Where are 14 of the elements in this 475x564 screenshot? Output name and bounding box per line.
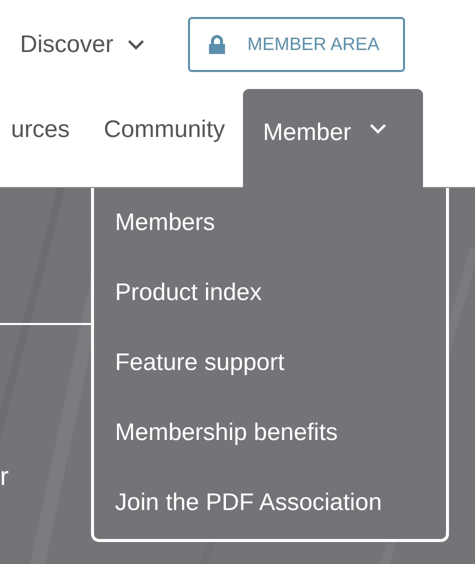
chevron-down-icon — [127, 38, 146, 50]
menu-item[interactable]: Feature support — [94, 328, 446, 398]
chevron-down-icon — [369, 123, 388, 135]
menu-item[interactable]: Members — [94, 188, 446, 258]
nav-tab[interactable]: Community — [104, 89, 226, 171]
discover-menu[interactable]: Discover — [20, 26, 146, 62]
hero-text: r — [0, 460, 10, 493]
nav-tab[interactable]: urces — [0, 89, 70, 171]
menu-item[interactable]: Product index — [94, 258, 446, 328]
member-area-button[interactable]: MEMBER AREA — [188, 17, 406, 72]
nav-tab[interactable]: Member — [243, 89, 424, 188]
menu-item[interactable]: Join the PDF Association — [94, 468, 446, 538]
menu-item[interactable]: Membership benefits — [94, 398, 446, 468]
lock-icon — [207, 34, 228, 54]
